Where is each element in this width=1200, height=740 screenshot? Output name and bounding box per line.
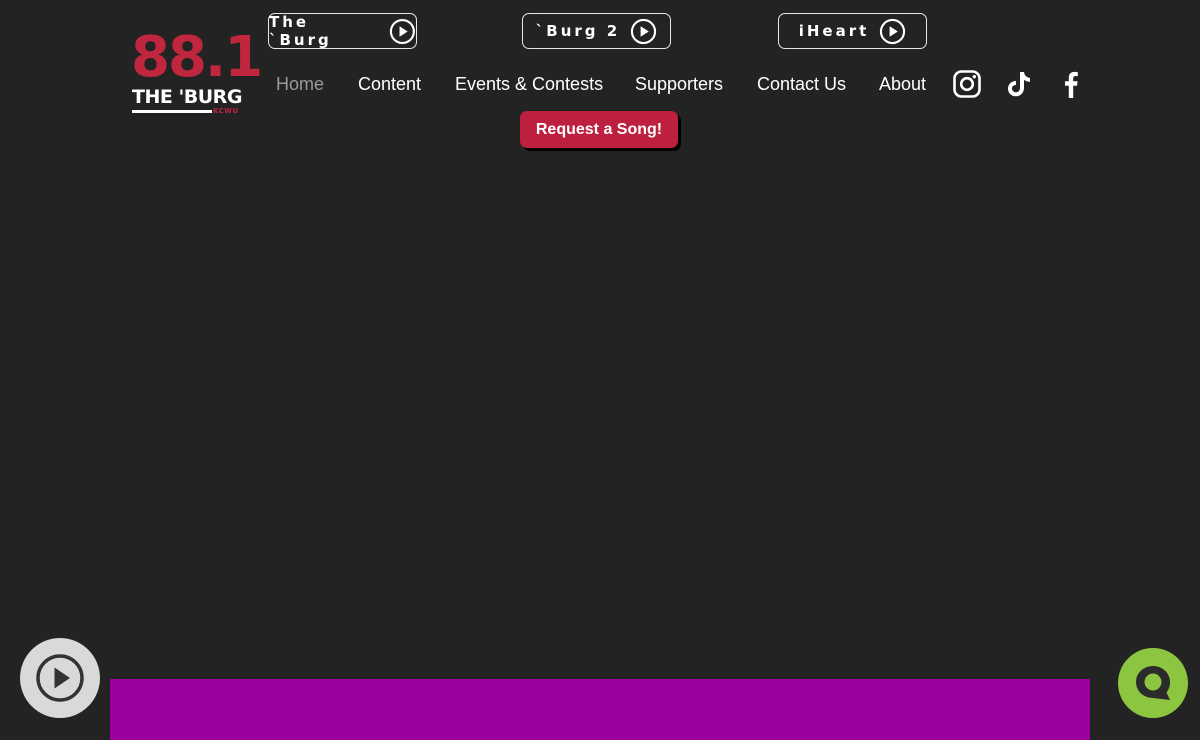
stream-button-label: iHeart <box>798 22 870 40</box>
play-circle-icon <box>880 18 906 44</box>
play-circle-icon <box>36 654 84 702</box>
nav-item-content[interactable]: Content <box>358 72 421 96</box>
chat-button[interactable] <box>1118 648 1188 718</box>
purple-banner <box>110 679 1090 740</box>
chat-bubble-icon <box>1136 666 1170 700</box>
stream-button-the-burg[interactable]: The `Burg <box>268 13 417 49</box>
logo-underline <box>132 110 212 113</box>
request-song-button[interactable]: Request a Song! <box>520 111 678 148</box>
instagram-icon[interactable] <box>952 69 982 99</box>
play-circle-icon <box>631 18 657 44</box>
nav-item-events-contests[interactable]: Events & Contests <box>455 72 603 96</box>
nav-item-home[interactable]: Home <box>276 72 324 96</box>
nav-item-about[interactable]: About <box>879 72 926 96</box>
stream-button-burg-2[interactable]: `Burg 2 <box>522 13 671 49</box>
nav-item-supporters[interactable]: Supporters <box>635 72 723 96</box>
player-button[interactable] <box>20 638 100 718</box>
stream-button-label: `Burg 2 <box>535 22 621 40</box>
facebook-icon[interactable] <box>1056 69 1086 99</box>
main-nav: Home Content Events & Contests Supporter… <box>0 72 940 96</box>
play-circle-icon <box>390 18 416 44</box>
tiktok-icon[interactable] <box>1004 69 1034 99</box>
logo-call-sign: KCWU <box>213 107 239 115</box>
nav-item-contact-us[interactable]: Contact Us <box>757 72 846 96</box>
stream-button-label: The `Burg <box>269 13 332 49</box>
stream-button-iheart[interactable]: iHeart <box>778 13 927 49</box>
